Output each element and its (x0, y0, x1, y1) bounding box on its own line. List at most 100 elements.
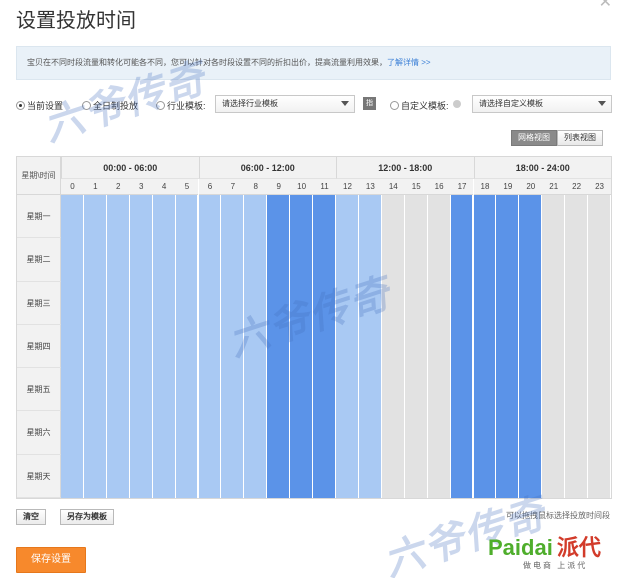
time-slot-cell[interactable] (565, 195, 589, 239)
time-slot-cell[interactable] (61, 281, 84, 325)
time-slot-cell[interactable] (61, 411, 84, 455)
time-slot-cell[interactable] (175, 195, 199, 239)
radio-industry-template[interactable]: 行业模板: (156, 99, 206, 112)
time-slot-cell[interactable] (61, 454, 84, 498)
template-info-icon[interactable]: 指 (363, 97, 376, 110)
time-slot-cell[interactable] (496, 368, 520, 412)
time-slot-cell[interactable] (381, 281, 405, 325)
radio-all-day[interactable]: 全日制投放 (82, 99, 138, 112)
time-slot-cell[interactable] (175, 454, 199, 498)
time-slot-cell[interactable] (496, 411, 520, 455)
time-slot-cell[interactable] (427, 195, 451, 239)
time-slot-cell[interactable] (244, 411, 268, 455)
radio-current-setting[interactable]: 当前设置 (16, 99, 63, 112)
time-slot-cell[interactable] (106, 368, 130, 412)
time-slot-cell[interactable] (290, 454, 314, 498)
time-slot-cell[interactable] (565, 324, 589, 369)
help-icon[interactable] (453, 100, 461, 108)
time-slot-cell[interactable] (473, 281, 497, 325)
time-slot-cell[interactable] (404, 281, 428, 325)
learn-more-link[interactable]: 了解详情 >> (387, 58, 431, 67)
time-slot-cell[interactable] (358, 195, 382, 239)
time-slot-cell[interactable] (198, 195, 222, 239)
time-slot-cell[interactable] (519, 238, 543, 282)
time-slot-cell[interactable] (221, 411, 245, 455)
time-slot-cell[interactable] (427, 281, 451, 325)
time-slot-cell[interactable] (542, 368, 566, 412)
time-slot-cell[interactable] (381, 411, 405, 455)
time-slot-cell[interactable] (61, 195, 84, 239)
time-slot-cell[interactable] (336, 238, 359, 282)
time-slot-cell[interactable] (404, 238, 428, 282)
time-slot-cell[interactable] (473, 411, 497, 455)
time-slot-cell[interactable] (198, 368, 222, 412)
time-slot-cell[interactable] (358, 454, 382, 498)
time-slot-cell[interactable] (427, 454, 451, 498)
time-slot-cell[interactable] (519, 411, 543, 455)
grid-view-button[interactable]: 网格视图 (511, 130, 557, 146)
radio-custom-template[interactable]: 自定义模板: (390, 99, 449, 112)
time-slot-cell[interactable] (129, 324, 153, 369)
time-slot-cell[interactable] (152, 238, 176, 282)
list-view-button[interactable]: 列表视图 (557, 130, 603, 146)
custom-template-select[interactable]: 请选择自定义模板 (472, 95, 612, 113)
time-slot-cell[interactable] (129, 238, 153, 282)
time-slot-cell[interactable] (565, 411, 589, 455)
time-slot-cell[interactable] (473, 238, 497, 282)
time-slot-cell[interactable] (244, 195, 268, 239)
time-slot-cell[interactable] (83, 324, 107, 369)
time-slot-cell[interactable] (83, 281, 107, 325)
time-slot-cell[interactable] (244, 238, 268, 282)
time-slot-cell[interactable] (588, 454, 611, 498)
time-slot-cell[interactable] (221, 238, 245, 282)
time-slot-cell[interactable] (152, 281, 176, 325)
time-slot-cell[interactable] (290, 324, 314, 369)
time-slot-cell[interactable] (336, 281, 359, 325)
time-slot-cell[interactable] (404, 411, 428, 455)
time-slot-cell[interactable] (496, 454, 520, 498)
time-slot-cell[interactable] (496, 324, 520, 369)
time-slot-cell[interactable] (542, 238, 566, 282)
time-slot-cell[interactable] (450, 238, 474, 282)
time-slot-cell[interactable] (267, 281, 291, 325)
time-slot-cell[interactable] (290, 238, 314, 282)
time-slot-cell[interactable] (542, 324, 566, 369)
time-slot-cell[interactable] (565, 281, 589, 325)
time-slot-cell[interactable] (267, 454, 291, 498)
time-slot-cell[interactable] (473, 195, 497, 239)
time-slot-cell[interactable] (221, 324, 245, 369)
time-slot-cell[interactable] (313, 324, 336, 369)
time-slot-cell[interactable] (313, 411, 336, 455)
time-slot-cell[interactable] (450, 281, 474, 325)
time-slot-cell[interactable] (267, 324, 291, 369)
time-slot-cell[interactable] (198, 411, 222, 455)
time-slot-cell[interactable] (244, 324, 268, 369)
time-slot-cell[interactable] (358, 238, 382, 282)
time-slot-cell[interactable] (129, 454, 153, 498)
time-slot-cell[interactable] (336, 324, 359, 369)
time-slot-cell[interactable] (542, 411, 566, 455)
time-slot-cell[interactable] (519, 281, 543, 325)
time-slot-cell[interactable] (519, 195, 543, 239)
time-slot-cell[interactable] (519, 368, 543, 412)
time-slot-cell[interactable] (588, 238, 611, 282)
time-slot-cell[interactable] (542, 454, 566, 498)
schedule-grid[interactable]: 星期\时间 00:00 - 06:00 06:00 - 12:00 12:00 - … (16, 156, 612, 499)
time-slot-cell[interactable] (198, 454, 222, 498)
time-slot-cell[interactable] (175, 324, 199, 369)
time-slot-cell[interactable] (404, 195, 428, 239)
time-slot-cell[interactable] (244, 368, 268, 412)
time-slot-cell[interactable] (519, 324, 543, 369)
clear-button[interactable]: 清空 (16, 509, 46, 525)
time-slot-cell[interactable] (290, 411, 314, 455)
time-slot-cell[interactable] (381, 324, 405, 369)
time-slot-cell[interactable] (565, 238, 589, 282)
time-slot-cell[interactable] (244, 281, 268, 325)
time-slot-cell[interactable] (427, 324, 451, 369)
time-slot-cell[interactable] (404, 368, 428, 412)
time-slot-cell[interactable] (542, 195, 566, 239)
time-slot-cell[interactable] (450, 324, 474, 369)
time-slot-cell[interactable] (404, 454, 428, 498)
time-slot-cell[interactable] (427, 238, 451, 282)
time-slot-cell[interactable] (450, 411, 474, 455)
